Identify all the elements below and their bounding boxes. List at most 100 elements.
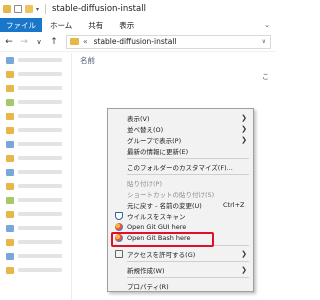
folder-icon bbox=[6, 168, 14, 176]
folder-icon bbox=[6, 154, 14, 162]
menu-item-label: 表示(V) bbox=[127, 114, 150, 123]
back-button[interactable]: ← bbox=[3, 37, 15, 47]
menu-item-new[interactable]: 新規作成(W) ❯ bbox=[108, 264, 253, 275]
menu-item-virus-scan[interactable]: ウイルスをスキャン bbox=[108, 210, 253, 221]
menu-item-open-git-gui[interactable]: Open Git GUI here bbox=[108, 221, 253, 232]
menu-separator bbox=[127, 158, 249, 159]
address-dropdown-icon[interactable]: ∨ bbox=[262, 38, 266, 45]
nav-item-label bbox=[18, 170, 62, 174]
menu-separator bbox=[127, 261, 249, 262]
submenu-arrow-icon: ❯ bbox=[241, 113, 247, 122]
folder-icon bbox=[6, 238, 14, 246]
ribbon-tabs: ファイル ホーム 共有 表示 ⌄ bbox=[0, 18, 276, 32]
tab-view[interactable]: 表示 bbox=[111, 18, 142, 32]
menu-item-customize-folder[interactable]: このフォルダーのカスタマイズ(F)... bbox=[108, 161, 253, 172]
folder-icon bbox=[6, 140, 14, 148]
nav-item-label bbox=[18, 86, 62, 90]
menu-item-label: 最新の情報に更新(E) bbox=[127, 147, 189, 156]
menu-item-label: Open Git Bash here bbox=[127, 233, 191, 242]
menu-item-label: プロパティ(R) bbox=[127, 282, 169, 291]
submenu-arrow-icon: ❯ bbox=[241, 135, 247, 144]
git-icon bbox=[115, 233, 123, 242]
tab-file[interactable]: ファイル bbox=[0, 18, 42, 32]
nav-item-label bbox=[18, 240, 62, 244]
menu-item-shortcut: Ctrl+Z bbox=[223, 200, 245, 209]
folder-icon bbox=[6, 196, 14, 204]
menu-separator bbox=[127, 277, 249, 278]
nav-item[interactable] bbox=[0, 123, 71, 137]
recent-locations-button[interactable]: ∨ bbox=[33, 38, 45, 46]
nav-item-label bbox=[18, 142, 62, 146]
nav-item-label bbox=[18, 184, 62, 188]
nav-item[interactable] bbox=[0, 67, 71, 81]
nav-item-label bbox=[18, 58, 62, 62]
menu-item-label: 貼り付け(P) bbox=[127, 179, 162, 188]
quick-access-icon bbox=[6, 56, 14, 64]
nav-item[interactable] bbox=[0, 53, 71, 67]
properties-icon[interactable] bbox=[14, 5, 22, 13]
nav-item-label bbox=[18, 156, 62, 160]
nav-item[interactable] bbox=[0, 151, 71, 165]
menu-item-sort[interactable]: 並べ替え(O) ❯ bbox=[108, 123, 253, 134]
menu-item-group[interactable]: グループで表示(P) ❯ bbox=[108, 134, 253, 145]
address-overflow[interactable]: « bbox=[83, 37, 88, 46]
menu-item-give-access[interactable]: アクセスを許可する(G) ❯ bbox=[108, 248, 253, 259]
menu-item-label: グループで表示(P) bbox=[127, 136, 182, 145]
nav-item[interactable] bbox=[0, 263, 71, 277]
nav-item[interactable] bbox=[0, 179, 71, 193]
context-menu: 表示(V) ❯ 並べ替え(O) ❯ グループで表示(P) ❯ 最新の情報に更新(… bbox=[107, 108, 254, 292]
address-field[interactable]: « stable-diffusion-install ∨ bbox=[66, 34, 271, 49]
folder-icon bbox=[6, 210, 14, 218]
menu-item-properties[interactable]: プロパティ(R) bbox=[108, 280, 253, 291]
tab-home[interactable]: ホーム bbox=[42, 18, 80, 32]
tab-share[interactable]: 共有 bbox=[80, 18, 111, 32]
nav-item-label bbox=[18, 128, 62, 132]
new-folder-icon[interactable] bbox=[25, 5, 33, 13]
menu-item-refresh[interactable]: 最新の情報に更新(E) bbox=[108, 145, 253, 156]
nav-item[interactable] bbox=[0, 249, 71, 263]
nav-item-label bbox=[18, 268, 62, 272]
folder-icon bbox=[6, 252, 14, 260]
menu-item-paste[interactable]: 貼り付け(P) bbox=[108, 177, 253, 188]
menu-item-label: アクセスを許可する(G) bbox=[127, 250, 196, 259]
nav-item[interactable] bbox=[0, 81, 71, 95]
menu-separator bbox=[127, 245, 249, 246]
nav-item[interactable] bbox=[0, 95, 71, 109]
menu-separator bbox=[127, 174, 249, 175]
folder-icon bbox=[6, 182, 14, 190]
nav-item[interactable] bbox=[0, 137, 71, 151]
nav-item-label bbox=[18, 114, 62, 118]
menu-item-view[interactable]: 表示(V) ❯ bbox=[108, 112, 253, 123]
folder-icon bbox=[6, 126, 14, 134]
nav-item[interactable] bbox=[0, 165, 71, 179]
nav-item-label bbox=[18, 212, 62, 216]
menu-item-undo-rename[interactable]: 元に戻す - 名前の変更(U) Ctrl+Z bbox=[108, 199, 253, 210]
quick-access-dropdown-icon[interactable]: ▾ bbox=[36, 6, 39, 13]
nav-item[interactable] bbox=[0, 109, 71, 123]
window-title: stable-diffusion-install bbox=[52, 4, 146, 14]
menu-item-paste-shortcut[interactable]: ショートカットの貼り付け(S) bbox=[108, 188, 253, 199]
share-icon bbox=[115, 249, 123, 258]
nav-item[interactable] bbox=[0, 193, 71, 207]
folder-icon bbox=[6, 266, 14, 274]
up-button[interactable]: ↑ bbox=[48, 37, 60, 47]
menu-item-label: 並べ替え(O) bbox=[127, 125, 164, 134]
menu-item-open-git-bash[interactable]: Open Git Bash here bbox=[108, 232, 253, 243]
git-icon bbox=[115, 222, 123, 231]
address-path[interactable]: stable-diffusion-install bbox=[94, 37, 177, 46]
forward-button[interactable]: → bbox=[18, 37, 30, 47]
menu-item-label: このフォルダーのカスタマイズ(F)... bbox=[127, 163, 233, 172]
ribbon-expand-icon[interactable]: ⌄ bbox=[264, 21, 270, 29]
menu-item-label: Open Git GUI here bbox=[127, 222, 187, 231]
nav-item[interactable] bbox=[0, 235, 71, 249]
nav-item[interactable] bbox=[0, 221, 71, 235]
nav-item-label bbox=[18, 198, 62, 202]
menu-item-label: 新規作成(W) bbox=[127, 266, 165, 275]
folder-icon bbox=[6, 98, 14, 106]
folder-icon bbox=[6, 224, 14, 232]
empty-folder-text: こ bbox=[262, 73, 269, 81]
title-bar: ▾ stable-diffusion-install bbox=[0, 0, 276, 18]
column-header-name[interactable]: 名前 bbox=[80, 55, 95, 66]
nav-item[interactable] bbox=[0, 207, 71, 221]
nav-item-label bbox=[18, 226, 62, 230]
